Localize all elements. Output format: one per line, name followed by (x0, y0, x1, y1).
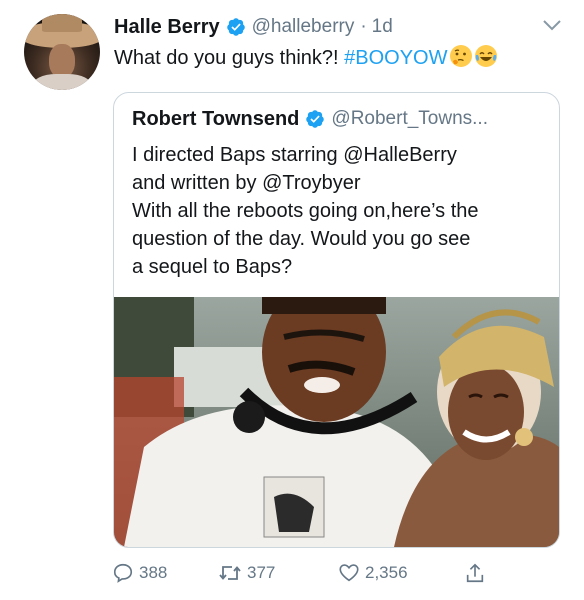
display-name[interactable]: Halle Berry (114, 16, 220, 39)
retweet-button[interactable]: 377 (218, 562, 275, 584)
quoted-text-line: I directed Baps starring @HalleBerry (132, 144, 457, 166)
reply-icon (113, 563, 133, 583)
heart-icon (339, 564, 359, 582)
thinking-face-emoji (449, 45, 472, 67)
retweet-count: 377 (247, 563, 276, 582)
quoted-text-line: With all the reboots going on,here’s the (132, 200, 479, 222)
reply-count: 388 (139, 563, 168, 582)
quoted-tweet-photo[interactable] (114, 297, 559, 547)
tears-of-joy-emoji (474, 45, 497, 67)
tweet-text: What do you guys think?! #BOOYOW (114, 44, 564, 71)
verified-badge-icon (306, 110, 325, 128)
quoted-text-line: and written by @Troybyer (132, 172, 361, 194)
verified-badge-icon (226, 18, 245, 36)
avatar-hat-top (42, 14, 82, 32)
quoted-text-line: a sequel to Baps? (132, 256, 293, 278)
quoted-tweet-header: Robert Townsend @Robert_Towns... (132, 105, 488, 133)
reply-button[interactable]: 388 (112, 562, 167, 584)
tweet-actions: 388 377 2,356 (112, 562, 512, 592)
share-icon (466, 563, 484, 583)
avatar-shirt (32, 74, 92, 90)
avatar-face (49, 44, 75, 78)
avatar[interactable] (24, 14, 100, 90)
quoted-handle: @Robert_Towns... (331, 108, 488, 129)
quoted-text-line: question of the day. Would you go see (132, 228, 471, 250)
separator-dot: · (360, 16, 367, 37)
quoted-tweet-text: I directed Baps starring @HalleBerry and… (132, 141, 547, 281)
quoted-display-name: Robert Townsend (132, 107, 300, 130)
handle[interactable]: @halleberry (252, 16, 355, 38)
share-button[interactable] (464, 562, 491, 584)
retweet-icon (219, 566, 241, 580)
like-button[interactable]: 2,356 (338, 562, 408, 584)
chevron-down-icon[interactable] (542, 18, 562, 32)
timestamp[interactable]: 1d (372, 16, 393, 38)
tweet-header: Halle Berry @halleberry · 1d (114, 12, 564, 42)
like-count: 2,356 (365, 563, 408, 582)
hashtag-link[interactable]: #BOOYOW (344, 47, 447, 69)
tweet-text-body: What do you guys think?! (114, 47, 345, 69)
quoted-tweet-card[interactable]: Robert Townsend @Robert_Towns... I direc… (113, 92, 560, 548)
